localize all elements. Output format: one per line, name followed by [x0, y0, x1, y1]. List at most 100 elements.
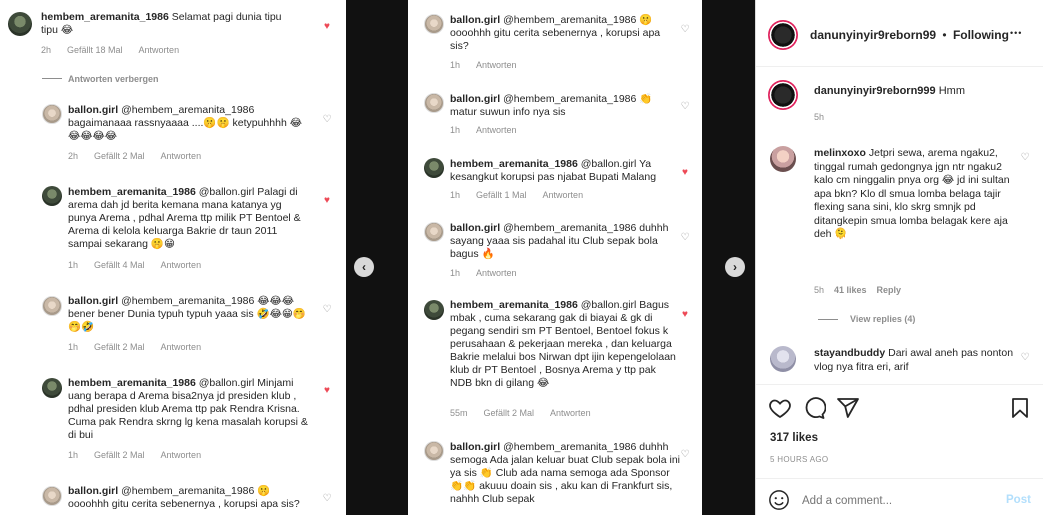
middle-screenshot-panel: ‹ › ballon.girl @hembem_aremanita_1986 🤫…: [346, 0, 755, 515]
reply-button[interactable]: Antworten: [543, 190, 584, 200]
comment-likes[interactable]: Gefällt 18 Mal: [67, 45, 123, 55]
divider: [42, 78, 62, 79]
comment-username[interactable]: hembem_aremanita_1986: [68, 186, 196, 198]
comment-username[interactable]: hembem_aremanita_1986: [450, 299, 578, 311]
caption-author-avatar[interactable]: [768, 80, 798, 110]
next-slide-button[interactable]: ›: [725, 257, 745, 277]
comment-likes[interactable]: Gefällt 2 Mal: [94, 151, 145, 161]
post-author-avatar[interactable]: [768, 20, 798, 50]
bookmark-icon[interactable]: [1008, 396, 1032, 420]
comment-meta: 1h Antworten: [450, 125, 533, 135]
comment-bubble-icon[interactable]: [802, 396, 827, 420]
liked-heart-icon[interactable]: ♥: [322, 196, 332, 206]
share-send-icon[interactable]: [836, 396, 860, 420]
comment-username[interactable]: ballon.girl: [450, 14, 500, 26]
comment-time: 1h: [450, 60, 461, 70]
comment-text: stayandbuddy Dari awal aneh pas nonton v…: [814, 347, 1014, 375]
avatar[interactable]: [424, 222, 444, 242]
comment-likes[interactable]: Gefällt 1 Mal: [476, 190, 527, 200]
comment-text: hembem_aremanita_1986 Selamat pagi dunia…: [41, 11, 301, 37]
comment-meta: 5h 41 likes Reply: [814, 285, 917, 295]
heart-icon[interactable]: ♡: [1020, 153, 1030, 163]
avatar[interactable]: [770, 346, 796, 372]
comment-username[interactable]: ballon.girl: [450, 441, 500, 453]
avatar[interactable]: [424, 158, 444, 178]
likes-count[interactable]: 317 likes: [770, 432, 818, 444]
reply-button[interactable]: Antworten: [476, 268, 517, 278]
heart-icon[interactable]: ♡: [322, 305, 332, 315]
avatar[interactable]: [42, 486, 62, 506]
post-comment-button[interactable]: Post: [1006, 494, 1031, 506]
avatar[interactable]: [770, 146, 796, 172]
more-options-icon[interactable]: •••: [1010, 28, 1022, 38]
comment-username[interactable]: stayandbuddy: [814, 347, 885, 359]
comment-time: 1h: [450, 190, 461, 200]
reply-button[interactable]: Antworten: [139, 45, 180, 55]
avatar[interactable]: [42, 378, 62, 398]
heart-icon[interactable]: ♡: [680, 25, 690, 35]
avatar[interactable]: [424, 441, 444, 461]
reply-button[interactable]: Antworten: [550, 408, 591, 418]
avatar[interactable]: [42, 296, 62, 316]
comment-username[interactable]: ballon.girl: [450, 222, 500, 234]
comment-username[interactable]: ballon.girl: [450, 93, 500, 105]
heart-icon[interactable]: ♡: [680, 450, 690, 460]
like-heart-icon[interactable]: [768, 396, 792, 420]
avatar[interactable]: [8, 12, 32, 36]
comment-likes[interactable]: Gefällt 4 Mal: [94, 260, 145, 270]
reply-button[interactable]: Antworten: [161, 151, 202, 161]
caption-username[interactable]: danunyinyir9reborn999: [814, 85, 936, 97]
add-comment-input[interactable]: [802, 492, 982, 510]
avatar[interactable]: [424, 14, 444, 34]
comment-username[interactable]: ballon.girl: [68, 485, 118, 497]
reply-button[interactable]: Antworten: [161, 260, 202, 270]
divider: [756, 66, 1043, 67]
comment-username[interactable]: melinxoxo: [814, 147, 866, 159]
comment-likes[interactable]: Gefällt 2 Mal: [94, 342, 145, 352]
heart-icon[interactable]: ♡: [322, 115, 332, 125]
view-replies-button[interactable]: View replies (4): [850, 314, 931, 324]
heart-icon[interactable]: ♡: [322, 494, 332, 504]
divider: [756, 478, 1043, 479]
comment-username[interactable]: hembem_aremanita_1986: [450, 158, 578, 170]
heart-icon[interactable]: ♡: [1020, 353, 1030, 363]
avatar[interactable]: [424, 93, 444, 113]
post-author-username[interactable]: danunyinyir9reborn99: [810, 28, 936, 42]
following-button[interactable]: Following: [953, 28, 1009, 42]
reply-button[interactable]: Antworten: [161, 450, 202, 460]
reply-button[interactable]: Antworten: [476, 60, 517, 70]
comment-text: ballon.girl @hembem_aremanita_1986 👏 mat…: [450, 93, 675, 119]
comment-username[interactable]: ballon.girl: [68, 104, 118, 116]
comment-likes[interactable]: Gefällt 2 Mal: [94, 450, 145, 460]
liked-heart-icon[interactable]: ♥: [322, 386, 332, 396]
avatar[interactable]: [424, 300, 444, 320]
comment-likes[interactable]: 41 likes: [834, 285, 867, 295]
prev-slide-button[interactable]: ‹: [354, 257, 374, 277]
heart-icon[interactable]: ♡: [680, 102, 690, 112]
reply-button[interactable]: Antworten: [161, 342, 202, 352]
comment-username[interactable]: hembem_aremanita_1986: [68, 377, 196, 389]
comment-meta: 1h Antworten: [450, 60, 533, 70]
comment-text: ballon.girl @hembem_aremanita_1986 bagai…: [68, 104, 308, 143]
comment-text: ballon.girl @hembem_aremanita_1986 duhhh…: [450, 222, 675, 261]
reply-button[interactable]: Antworten: [476, 125, 517, 135]
emoji-icon[interactable]: [768, 489, 790, 511]
avatar[interactable]: [42, 104, 62, 124]
post-timestamp: 5 HOURS AGO: [770, 455, 829, 464]
comment-time: 2h: [41, 45, 52, 55]
avatar[interactable]: [42, 186, 62, 206]
comment-meta: 1h Gefällt 1 Mal Antworten: [450, 190, 599, 200]
comment-username[interactable]: hembem_aremanita_1986: [41, 11, 169, 23]
left-comment-panel: hembem_aremanita_1986 Selamat pagi dunia…: [0, 0, 346, 515]
comment-username[interactable]: ballon.girl: [68, 295, 118, 307]
liked-heart-icon[interactable]: ♥: [680, 310, 690, 320]
reply-button[interactable]: Reply: [877, 285, 902, 295]
hide-replies-button[interactable]: Antworten verbergen: [68, 74, 175, 84]
heart-icon[interactable]: ♡: [680, 233, 690, 243]
comment-body: Jetpri sewa, arema ngaku2, tinggal rumah…: [814, 147, 1010, 240]
comment-likes[interactable]: Gefällt 2 Mal: [484, 408, 535, 418]
right-post-panel: danunyinyir9reborn99 • Following ••• dan…: [755, 0, 1043, 515]
liked-heart-icon[interactable]: ♥: [680, 168, 690, 178]
comment-time: 5h: [814, 285, 825, 295]
liked-heart-icon[interactable]: ♥: [322, 22, 332, 32]
